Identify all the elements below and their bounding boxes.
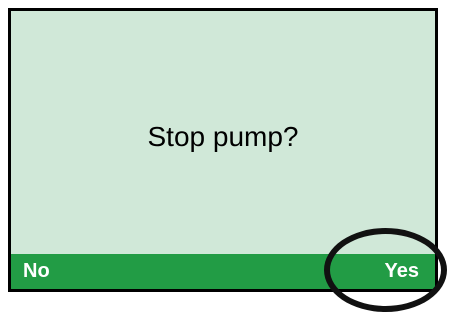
device-display: Stop pump? No Yes bbox=[0, 0, 451, 320]
no-softkey[interactable]: No bbox=[23, 260, 50, 283]
softkey-bar: No Yes bbox=[11, 254, 435, 289]
pump-screen: Stop pump? No Yes bbox=[8, 8, 438, 292]
confirmation-prompt: Stop pump? bbox=[147, 121, 299, 152]
yes-softkey[interactable]: Yes bbox=[385, 260, 423, 283]
